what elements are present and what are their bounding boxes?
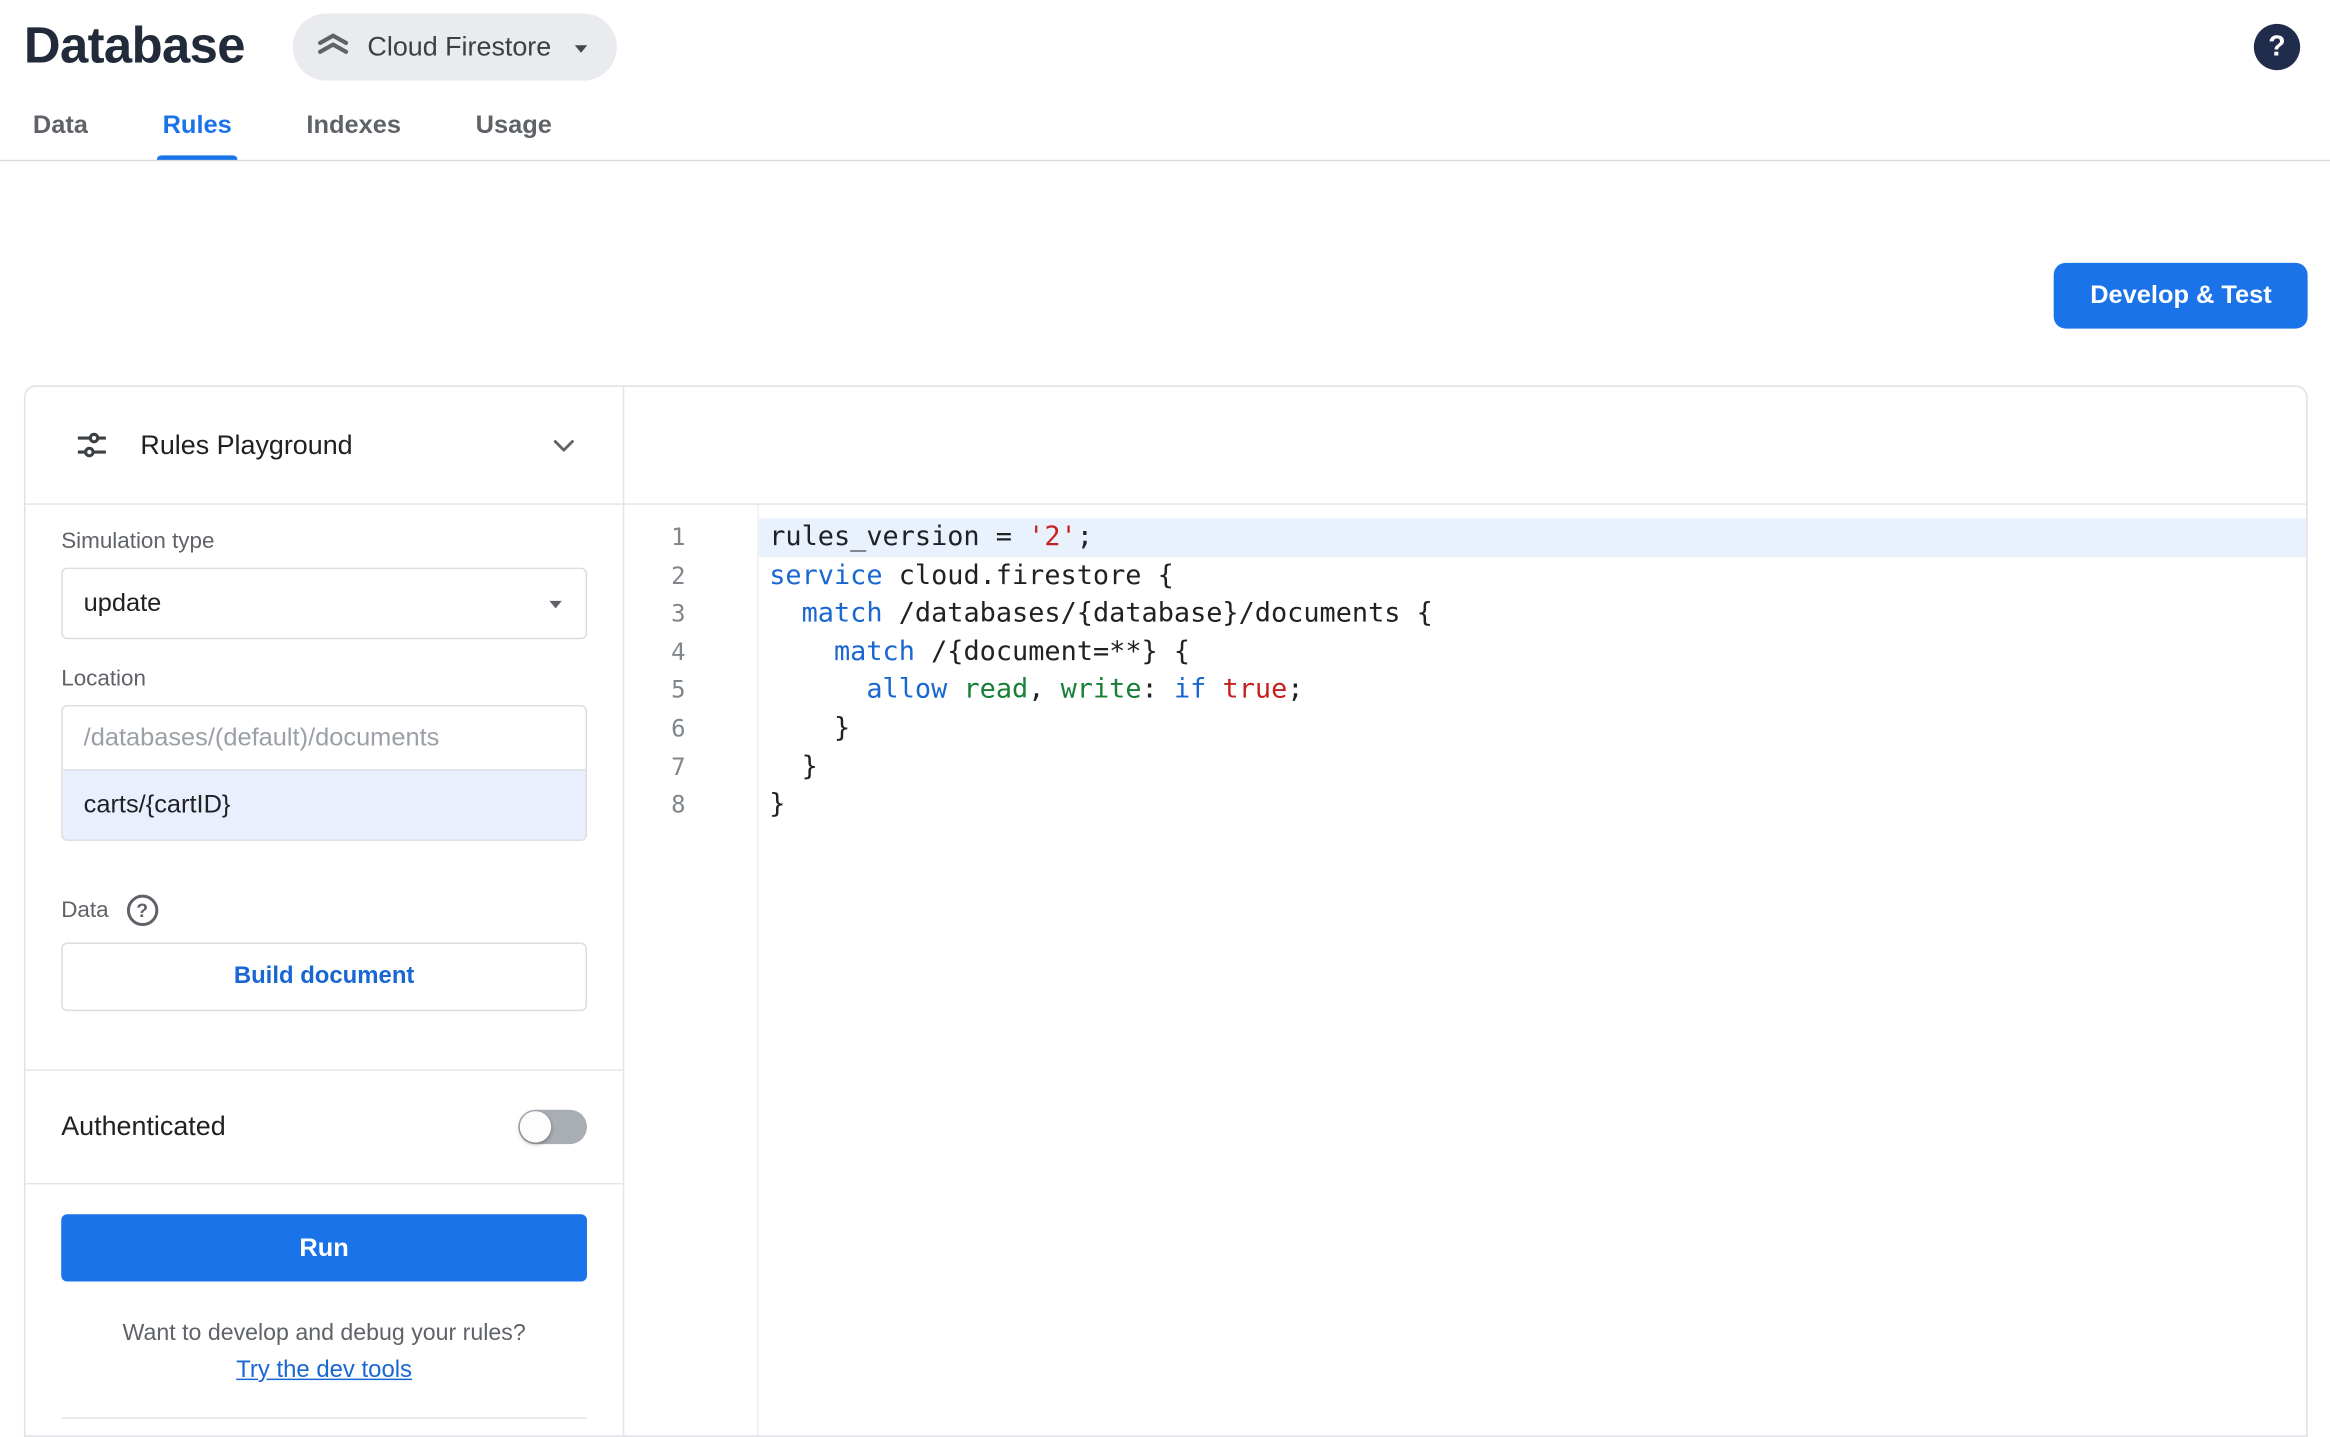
firestore-icon [314,28,353,67]
select-caret-icon [541,588,571,618]
panel-divider [61,1417,587,1419]
code-line[interactable]: allow read, write: if true; [759,671,2306,709]
editor-gutter: 1 2 3 4 5 6 7 8 [624,504,759,1436]
tab-rules[interactable]: Rules [156,96,239,160]
line-number: 2 [671,560,686,590]
location-prefix: /databases/(default)/documents [62,706,586,771]
tab-usage[interactable]: Usage [470,96,558,160]
tab-data[interactable]: Data [27,96,94,160]
rules-editor-card: Rules Playground Simulation type update … [23,385,2308,1437]
code-editor[interactable]: 1 2 3 4 5 6 7 8 rules_version = '2'; service clo… [624,504,2307,1436]
location-input[interactable] [62,770,586,840]
code-line[interactable]: match /{document=**} { [759,633,2306,671]
chevron-down-icon [566,32,596,62]
build-document-button[interactable]: Build document [61,942,587,1012]
rules-playground-panel: Rules Playground Simulation type update … [25,386,625,1436]
data-help-icon[interactable]: ? [126,894,158,927]
code-line[interactable]: } [759,709,2306,747]
data-label-row: Data ? [61,894,587,927]
line-number: 8 [671,790,686,819]
code-line[interactable]: rules_version = '2'; [758,518,2307,557]
toggle-knob [519,1111,552,1143]
help-icon[interactable]: ? [2253,23,2301,71]
simulation-type-value: update [83,588,162,617]
simulation-type-select[interactable]: update [61,567,587,640]
line-number: 5 [671,675,686,705]
run-button[interactable]: Run [61,1214,587,1282]
data-label: Data [61,897,109,924]
devtools-hint: Want to develop and debug your rules? [122,1320,526,1346]
code-line[interactable]: } [759,748,2306,786]
authenticated-row: Authenticated [25,1069,623,1185]
location-label: Location [61,666,146,692]
code-line[interactable]: match /databases/{database}/documents { [759,595,2306,633]
code-line[interactable]: } [759,786,2306,824]
line-number: 1 [671,522,686,552]
help-glyph: ? [2268,30,2286,62]
playground-title: Rules Playground [140,429,353,460]
app-header: Database Cloud Firestore ? [0,0,2330,81]
develop-test-button[interactable]: Develop & Test [2054,262,2308,329]
tune-icon [73,426,110,463]
authenticated-toggle[interactable] [518,1109,587,1145]
playground-body: Simulation type update Location /databas… [25,505,622,1012]
actions-row: Develop & Test [0,262,2330,329]
tab-bar: Data Rules Indexes Usage [0,96,2330,162]
product-selector-chip[interactable]: Cloud Firestore [292,13,617,81]
editor-toolbar [624,387,2307,505]
code-line[interactable]: service cloud.firestore { [759,557,2306,595]
line-number: 6 [671,713,686,743]
code-lines[interactable]: rules_version = '2'; service cloud.firest… [758,505,2307,1436]
line-number: 4 [671,637,686,666]
location-field: /databases/(default)/documents [61,704,587,841]
header-left: Database Cloud Firestore [23,13,617,81]
run-section: Run Want to develop and debug your rules… [25,1184,622,1419]
rules-editor-column: 1 2 3 4 5 6 7 8 rules_version = '2'; service clo… [624,387,2307,1436]
page-title: Database [23,17,246,75]
authenticated-label: Authenticated [61,1111,226,1142]
product-chip-label: Cloud Firestore [367,31,552,62]
line-number: 7 [671,752,686,781]
playground-header: Rules Playground [25,387,623,505]
firestore-rules-page: Database Cloud Firestore ? Data Rules In [0,0,2330,1437]
line-number: 3 [671,599,686,628]
data-help-glyph: ? [136,899,149,922]
devtools-link[interactable]: Try the dev tools [61,1358,587,1385]
tab-indexes[interactable]: Indexes [300,96,407,160]
simulation-type-label: Simulation type [61,528,215,555]
collapse-chevron-icon[interactable] [547,428,581,462]
